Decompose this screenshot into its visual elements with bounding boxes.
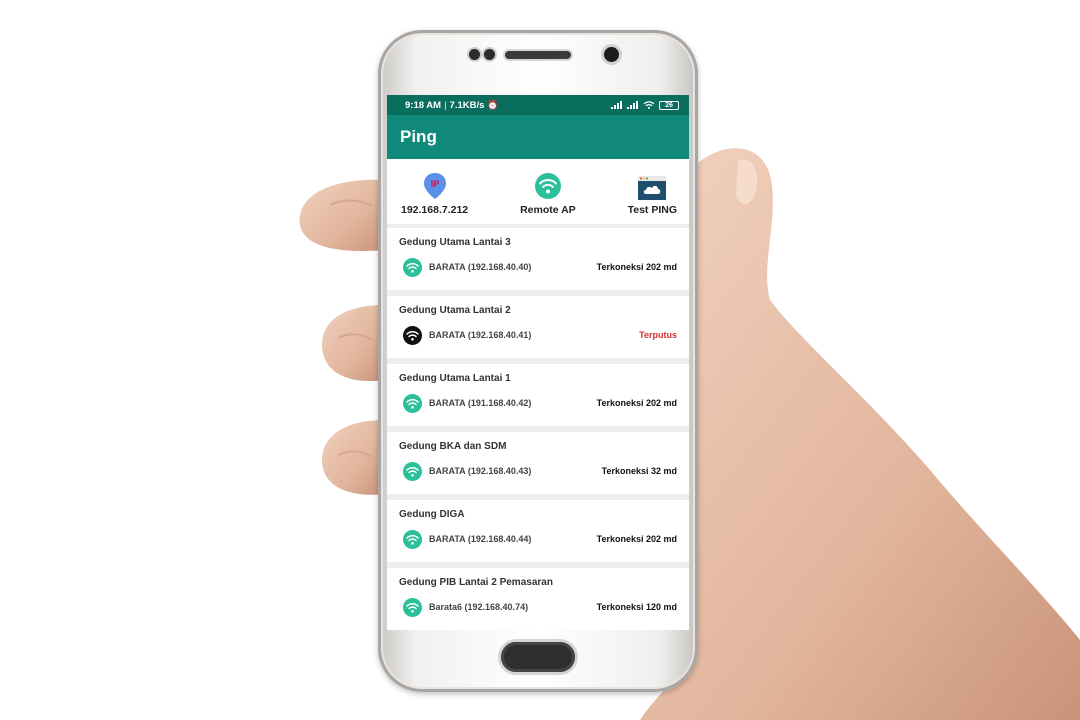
list-item[interactable]: Gedung Utama Lantai 3 BARATA (192.168.40… [387, 228, 689, 290]
wifi-connected-icon [403, 597, 422, 617]
test-ping-button[interactable]: Test PING [628, 159, 677, 224]
ip-location-icon: IP [423, 173, 446, 199]
ip-badge: IP [430, 179, 439, 189]
signal-icon [611, 101, 622, 109]
location-name: Gedung Utama Lantai 3 [399, 237, 511, 248]
ap-list: Gedung Utama Lantai 3 BARATA (192.168.40… [387, 228, 689, 630]
list-item[interactable]: Gedung Utama Lantai 2 BARATA (192.168.40… [387, 296, 689, 358]
list-item[interactable]: Gedung DIGA BARATA (192.168.40.44) Terko… [387, 500, 689, 562]
wifi-icon [534, 173, 561, 199]
connection-status: Terkoneksi 202 md [596, 398, 677, 408]
status-time: 9:18 AM [405, 99, 442, 111]
app-bar: Ping [387, 115, 689, 159]
ap-name: BARATA (192.168.40.43) [429, 466, 532, 476]
wifi-connected-icon [403, 461, 422, 481]
battery-icon: 26 [659, 100, 679, 110]
status-separator: | [444, 99, 447, 111]
signal-icon [627, 101, 638, 109]
earpiece [505, 51, 571, 59]
ap-name: BARATA (192.168.40.44) [429, 534, 532, 544]
list-item[interactable]: Gedung Utama Lantai 1 BARATA (191.168.40… [387, 364, 689, 426]
list-item[interactable]: Gedung BKA dan SDM BARATA (192.168.40.43… [387, 432, 689, 494]
page-title: Ping [400, 127, 437, 146]
location-name: Gedung DIGA [399, 509, 465, 520]
status-bar: 9:18 AM | 7.1KB/s ⏰ 26 [387, 95, 689, 115]
location-name: Gedung Utama Lantai 1 [399, 373, 511, 384]
ip-address-button[interactable]: IP 192.168.7.212 [401, 159, 468, 224]
cloud-icon [638, 176, 667, 200]
ap-name: BARATA (192.168.40.40) [429, 262, 532, 272]
sensor-icon [484, 49, 495, 60]
wifi-status-icon [643, 101, 655, 109]
sensor-icon [469, 49, 480, 60]
ap-name: BARATA (191.168.40.42) [429, 398, 532, 408]
connection-status: Terkoneksi 120 md [596, 602, 677, 612]
alarm-icon: ⏰ [487, 99, 499, 110]
remote-ap-button[interactable]: Remote AP [520, 159, 576, 224]
front-camera-icon [604, 47, 619, 62]
network-speed: 7.1KB/s [449, 99, 485, 111]
ip-address-label: 192.168.7.212 [401, 204, 469, 216]
wifi-connected-icon [403, 257, 422, 277]
action-bar: IP 192.168.7.212 Remote AP Test PING [387, 159, 689, 224]
test-ping-label: Test PING [627, 204, 677, 216]
connection-status: Terkoneksi 202 md [596, 262, 677, 272]
connection-status: Terkoneksi 32 md [601, 466, 677, 476]
wifi-disconnected-icon [403, 325, 422, 345]
list-item[interactable]: Gedung PIB Lantai 2 Pemasaran Barata6 (1… [387, 568, 689, 630]
connection-status: Terputus [639, 330, 677, 340]
location-name: Gedung BKA dan SDM [399, 441, 507, 452]
phone-screen: 9:18 AM | 7.1KB/s ⏰ 26 Ping IP 192.168.7… [387, 95, 689, 630]
ap-name: BARATA (192.168.40.41) [429, 330, 532, 340]
wifi-connected-icon [403, 393, 422, 413]
location-name: Gedung Utama Lantai 2 [399, 305, 511, 316]
location-name: Gedung PIB Lantai 2 Pemasaran [399, 577, 553, 588]
remote-ap-label: Remote AP [520, 204, 576, 216]
connection-status: Terkoneksi 202 md [596, 534, 677, 544]
ap-name: Barata6 (192.168.40.74) [429, 602, 529, 612]
wifi-connected-icon [403, 529, 422, 549]
home-button[interactable] [501, 642, 575, 672]
